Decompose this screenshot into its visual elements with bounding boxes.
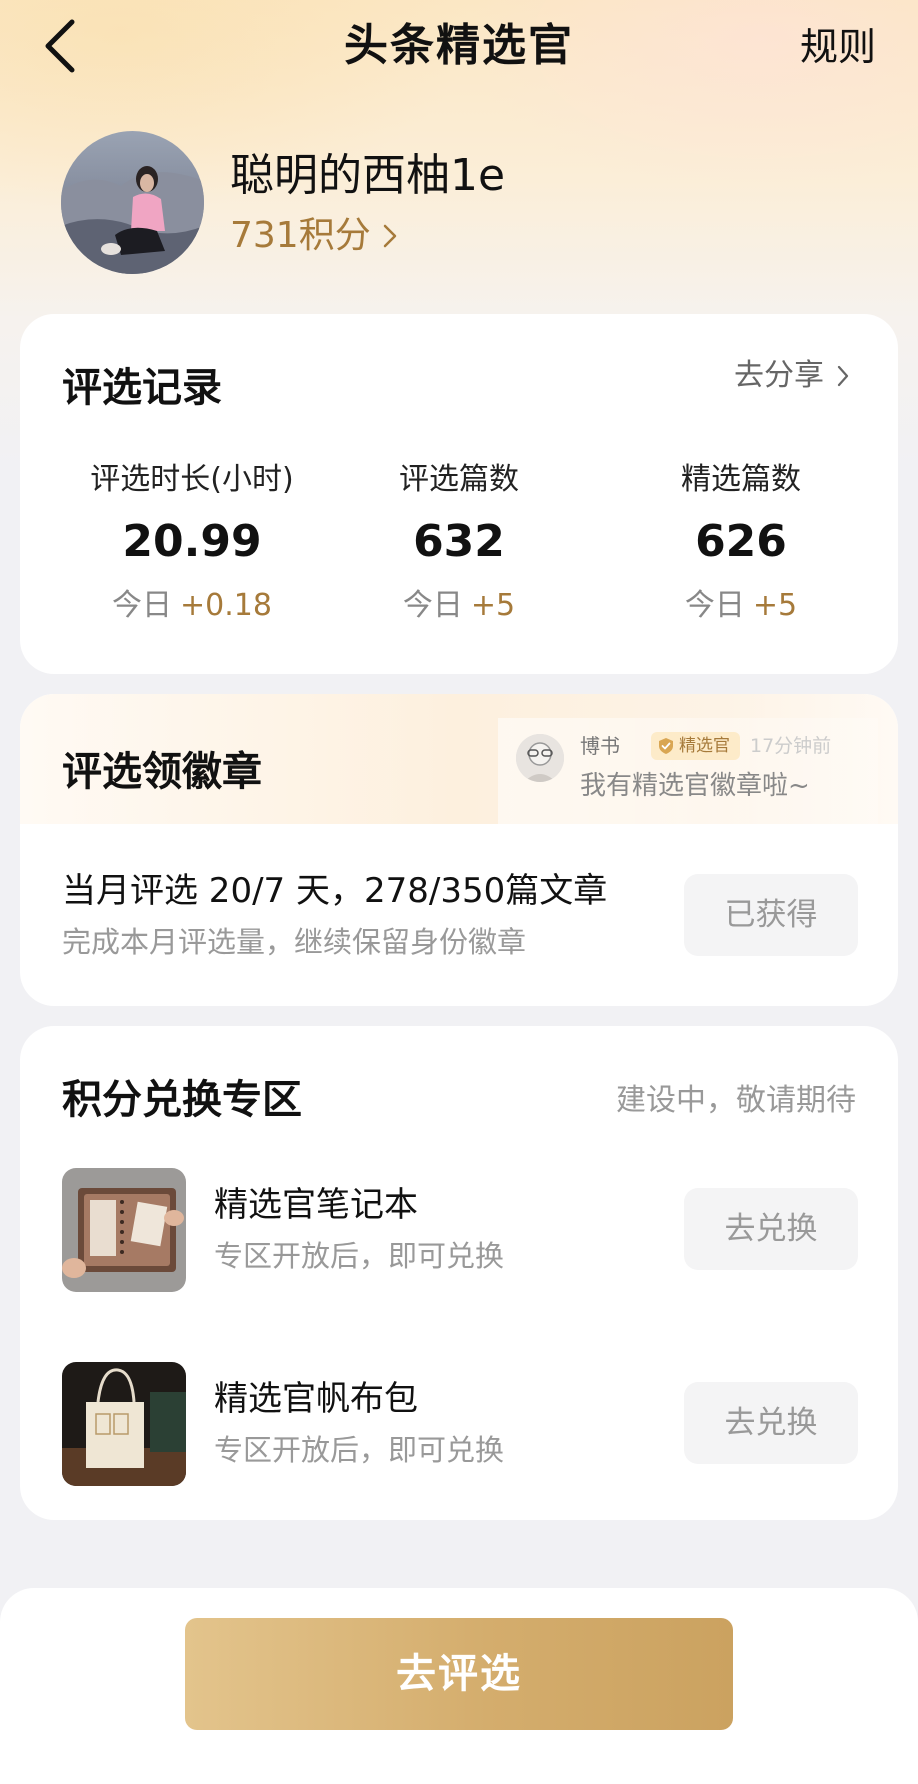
username: 聪明的西柚1e [230, 150, 506, 201]
points-value: 731积分 [230, 215, 371, 256]
selector-badge: 精选官 [651, 732, 740, 760]
page-title: 头条精选官 [344, 20, 574, 71]
share-label: 去分享 [734, 358, 824, 393]
monthly-hint: 完成本月评选量，继续保留身份徽章 [62, 925, 527, 959]
points-exchange-card: 积分兑换专区 建设中，敬请期待 精选官笔记本 专区开放后，即可兑换 去兑换 精选… [20, 1026, 898, 1520]
ticker-avatar-image [516, 734, 564, 782]
avatar[interactable] [61, 131, 204, 274]
badge-check-icon [659, 738, 673, 754]
stat-label: 精选篇数 [681, 462, 801, 497]
exchange-status: 建设中，敬请期待 [616, 1083, 856, 1118]
stat-value: 20.99 [122, 516, 262, 567]
today-label: 今日 [402, 588, 463, 623]
item-desc: 专区开放后，即可兑换 [214, 1239, 505, 1273]
exchange-title: 积分兑换专区 [62, 1077, 302, 1123]
stat-today: 今日 +0.18 [46, 586, 338, 626]
stat-value: 632 [413, 516, 505, 567]
start-review-button[interactable]: 去评选 [185, 1618, 733, 1730]
tote-bag-image [62, 1362, 186, 1486]
item-desc: 专区开放后，即可兑换 [214, 1433, 505, 1467]
ticker-avatar [516, 734, 564, 782]
stat-today: 今日 +5 [595, 586, 887, 626]
stat-label: 评选篇数 [399, 462, 519, 497]
share-link[interactable]: 去分享 [734, 354, 850, 398]
badge-activity-ticker: 博书 精选官 17分钟前 我有精选官徽章啦~ [498, 718, 878, 824]
monthly-progress: 当月评选 20/7 天，278/350篇文章 [62, 871, 608, 911]
stat-review-hours: 评选时长(小时) 20.99 今日 +0.18 [46, 460, 338, 626]
item-name: 精选官帆布包 [214, 1379, 418, 1419]
review-record-title: 评选记录 [62, 365, 222, 411]
today-label: 今日 [684, 588, 745, 623]
stat-today: 今日 +5 [313, 586, 605, 626]
badge-card: 评选领徽章 博书 精选官 17分钟前 我有精选官徽章啦~ 当月评选 20/7 天… [20, 694, 898, 1006]
notebook-photo [62, 1168, 186, 1292]
rules-link[interactable]: 规则 [800, 22, 876, 72]
chevron-right-icon [383, 224, 396, 248]
points-link[interactable]: 731积分 [230, 212, 399, 260]
redeem-button[interactable]: 去兑换 [684, 1382, 858, 1464]
review-record-card: 评选记录 去分享 评选时长(小时) 20.99 今日 +0.18 评选篇数 632… [20, 314, 898, 674]
stat-selected-count: 精选篇数 626 今日 +5 [595, 460, 887, 626]
redeem-button[interactable]: 去兑换 [684, 1188, 858, 1270]
avatar-photo [61, 131, 204, 274]
badge-title: 评选领徽章 [62, 749, 262, 795]
item-name: 精选官笔记本 [214, 1185, 418, 1225]
ticker-time: 17分钟前 [750, 735, 832, 757]
today-label: 今日 [112, 588, 173, 623]
ticker-username: 博书 [580, 734, 620, 758]
exchange-item-notebook: 精选官笔记本 专区开放后，即可兑换 去兑换 [20, 1168, 898, 1292]
ticker-message: 我有精选官徽章啦~ [580, 771, 810, 801]
stat-label: 评选时长(小时) [90, 462, 294, 497]
top-bar: 头条精选官 规则 [0, 0, 918, 96]
bottom-action-bar: 去评选 [0, 1588, 918, 1784]
stat-value: 626 [695, 516, 787, 567]
notebook-image [62, 1168, 186, 1292]
today-delta: +0.18 [180, 588, 272, 623]
today-delta: +5 [470, 588, 516, 623]
exchange-item-tote-bag: 精选官帆布包 专区开放后，即可兑换 去兑换 [20, 1362, 898, 1486]
selector-badge-label: 精选官 [679, 736, 730, 756]
stat-review-count: 评选篇数 632 今日 +5 [313, 460, 605, 626]
chevron-right-icon [837, 365, 849, 387]
today-delta: +5 [752, 588, 798, 623]
obtained-button[interactable]: 已获得 [684, 874, 858, 956]
tote-bag-photo [62, 1362, 186, 1486]
